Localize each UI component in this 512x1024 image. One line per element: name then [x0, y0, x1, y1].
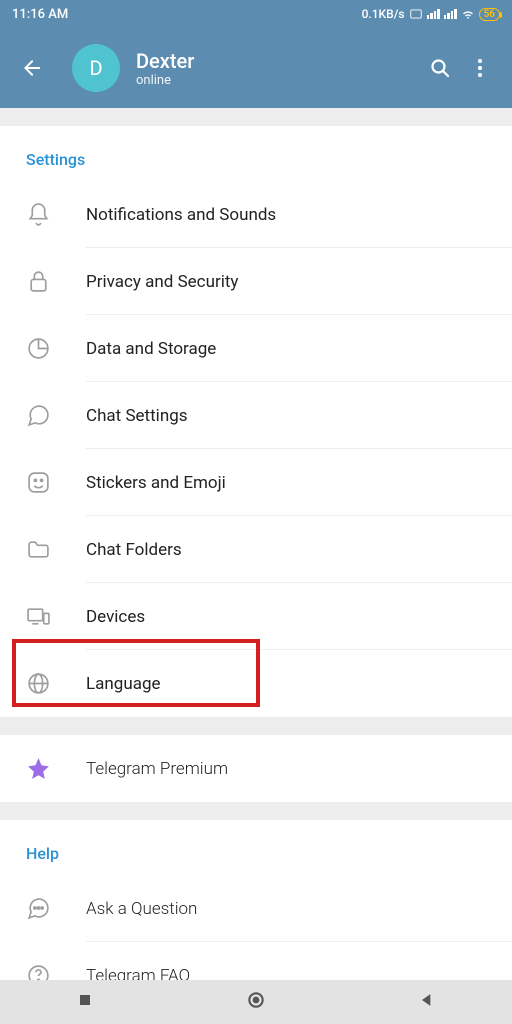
premium-label: Telegram Premium: [86, 759, 228, 779]
triangle-left-icon: [417, 990, 437, 1010]
help-item-label: Ask a Question: [86, 899, 197, 919]
settings-item-label: Devices: [86, 607, 145, 627]
settings-item-label: Notifications and Sounds: [86, 205, 276, 225]
signal-icon-2: [444, 9, 457, 19]
search-icon: [428, 56, 452, 80]
contact-status: online: [136, 73, 420, 88]
arrow-left-icon: [20, 56, 44, 80]
settings-section: Settings Notifications and Sounds Privac…: [0, 126, 512, 717]
nav-home-button[interactable]: [246, 990, 266, 1014]
status-bar: 11:16 AM 0.1KB/s 56: [0, 0, 512, 28]
settings-item-stickers[interactable]: Stickers and Emoji: [0, 449, 512, 516]
premium-section: Telegram Premium: [0, 735, 512, 802]
volte-icon: [409, 7, 423, 21]
settings-item-label: Privacy and Security: [86, 272, 238, 292]
settings-item-devices[interactable]: Devices: [0, 583, 512, 650]
pie-chart-icon: [26, 336, 62, 361]
settings-item-folders[interactable]: Chat Folders: [0, 516, 512, 583]
section-title-settings: Settings: [0, 126, 512, 181]
android-nav-bar: [0, 980, 512, 1024]
chat-bubble-icon: [26, 403, 62, 428]
chat-header: D Dexter online: [0, 28, 512, 108]
header-title-block[interactable]: Dexter online: [136, 49, 420, 88]
status-time: 11:16 AM: [12, 7, 68, 22]
chat-dots-icon: [26, 896, 62, 921]
star-icon: [26, 756, 62, 781]
battery-indicator: 56: [479, 8, 500, 21]
search-button[interactable]: [420, 48, 460, 88]
premium-item[interactable]: Telegram Premium: [0, 735, 512, 802]
settings-item-label: Stickers and Emoji: [86, 473, 226, 493]
avatar[interactable]: D: [72, 44, 120, 92]
circle-icon: [246, 990, 266, 1010]
more-vertical-icon: [468, 56, 492, 80]
divider: [0, 717, 512, 735]
sticker-icon: [26, 470, 62, 495]
settings-item-label: Chat Folders: [86, 540, 182, 560]
devices-icon: [26, 604, 62, 629]
settings-item-notifications[interactable]: Notifications and Sounds: [0, 181, 512, 248]
settings-item-label: Language: [86, 674, 161, 694]
contact-name: Dexter: [136, 49, 420, 73]
help-item-ask[interactable]: Ask a Question: [0, 875, 512, 942]
more-button[interactable]: [460, 48, 500, 88]
folder-icon: [26, 537, 62, 562]
bell-icon: [26, 202, 62, 227]
nav-recent-button[interactable]: [75, 990, 95, 1014]
settings-item-label: Chat Settings: [86, 406, 188, 426]
settings-item-privacy[interactable]: Privacy and Security: [0, 248, 512, 315]
settings-item-chat[interactable]: Chat Settings: [0, 382, 512, 449]
divider: [0, 802, 512, 820]
settings-item-label: Data and Storage: [86, 339, 216, 359]
back-button[interactable]: [12, 48, 52, 88]
status-speed: 0.1KB/s: [362, 7, 405, 21]
divider: [0, 108, 512, 126]
square-icon: [75, 990, 95, 1010]
settings-item-data[interactable]: Data and Storage: [0, 315, 512, 382]
signal-icon-1: [427, 9, 440, 19]
settings-item-language[interactable]: Language: [0, 650, 512, 717]
nav-back-button[interactable]: [417, 990, 437, 1014]
lock-icon: [26, 269, 62, 294]
wifi-icon: [461, 7, 475, 21]
globe-icon: [26, 671, 62, 696]
section-title-help: Help: [0, 820, 512, 875]
